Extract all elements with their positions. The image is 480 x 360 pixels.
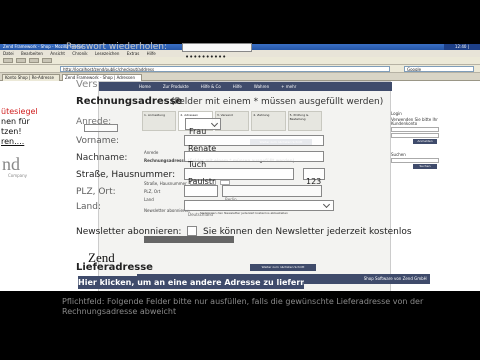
step-5[interactable]: 5. Prüfung & Bestellung [287,111,323,131]
plz-input[interactable] [184,185,218,197]
address-toolbar: http://localhost/zend/public/checkout/ad… [0,65,480,73]
step-4[interactable]: 4. Zahlung [251,111,286,131]
shop-search-button[interactable]: Suchen [413,164,437,169]
heading-prefix: Vers [76,79,98,90]
plz-label: PLZ, Ort: [76,187,116,197]
login-password-input[interactable] [391,133,439,138]
login-help: Verwenden Sie bitte Ihr Kundenkonto [391,117,438,126]
home-button[interactable] [42,58,52,63]
step-4-num: 4. [253,113,257,117]
step-3-num: 3. [216,113,220,117]
small-newsletter-label: Newsletter abonnieren [144,208,190,213]
strasse-input[interactable]: Paulstr [184,168,294,186]
nav-mehr[interactable]: + mehr [281,84,296,89]
reload-button[interactable] [29,58,39,63]
back-button[interactable] [3,58,13,63]
tab-konto-shop[interactable]: Konto Shop | Re-Adresse [2,74,60,81]
nachname-input[interactable]: Tuch [184,151,324,169]
left-text-3[interactable]: ren.... [0,137,60,147]
footer-right: Shop Software von Zend GmbH [363,276,427,281]
screen: Zend Framework - Shop - Mozilla Firefox … [0,0,480,360]
newsletter-checkbox[interactable] [187,226,197,236]
status-bar [0,347,480,360]
nachname-label: Nachname: [76,153,128,163]
small-plz-label: PLZ, Ort [144,189,161,194]
land-select[interactable]: Deutschland [184,200,334,217]
caption-line-2: Rechnungsadresse abweicht [62,307,177,316]
land-value: Deutschland [188,212,214,217]
vorname-input[interactable]: Renate [184,135,324,153]
left-company: Company [8,173,28,178]
shop-search-input[interactable] [391,158,439,163]
anrede-small-select[interactable] [84,124,118,132]
lieferadresse-heading: Lieferadresse [76,262,153,273]
step-3-label: Versand [220,113,233,117]
step-5-label: Prüfung & Bestellung [289,113,309,121]
rechnungsadresse-note: (Felder mit einem * müssen ausgefüllt we… [171,97,384,107]
password-repeat-value: •••••••••• [185,53,227,61]
left-brand: nd [2,154,20,174]
strasse-label: Straße, Hausnummer: [76,170,176,180]
menu-item-bearbeiten[interactable]: Bearbeiten [21,51,43,56]
newsletter-note: Sie können den Newsletter jederzeit kost… [203,227,412,237]
checkout-steps: 1. Anmeldung 2. Adressen 3. Versand 4. Z… [142,111,323,131]
ort-input[interactable]: Berlin [222,185,322,202]
left-text-2: tzen! [1,127,22,136]
caption-line-1: Pflichtfeld: Folgende Felder bitte nur a… [62,297,424,306]
nav-wahren[interactable]: Wahren [254,84,269,89]
weiter-button-bottom[interactable]: Weiter zum nächsten Schritt [250,264,316,271]
nav-produkte[interactable]: Zur Produkte [163,84,189,89]
login-label: Login [391,111,402,116]
menu-item-ansicht[interactable]: Ansicht [50,51,65,56]
chevron-down-icon [210,119,219,128]
step-1[interactable]: 1. Anmeldung [142,111,177,131]
step-4-label: Zahlung [257,113,270,117]
nav-hilfe[interactable]: Hilfe [233,84,242,89]
chevron-down-icon [322,200,331,209]
password-repeat-input[interactable]: •••••••••• [182,43,252,61]
menu-item-datei[interactable]: Datei [3,51,14,56]
navigation-toolbar [0,57,480,65]
search-field[interactable]: Google [404,66,474,72]
tab-strip: Konto Shop | Re-Adresse Zend Framework -… [0,73,480,81]
background-page: ütesiegel nen für tzen! ren.... nd Compa… [0,81,60,291]
vorname-label: Vorname: [76,136,120,146]
step-1-num: 1. [144,113,147,117]
step-2-label: Adressen [184,113,199,117]
geburtstag-bar [144,236,234,243]
nav-home[interactable]: Home [139,84,151,89]
tab-zend-shop[interactable]: Zend Framework - Shop | Adressen [62,74,142,81]
shop-nav: Home Zur Produkte Hilfe & Co Hilfe Wahre… [99,82,392,91]
url-field[interactable]: http://localhost/zend/public/checkout/ad… [60,66,390,72]
login-button[interactable]: Anmelden [413,139,437,144]
nav-hilfe-co[interactable]: Hilfe & Co [201,84,221,89]
small-land-label: Land [144,197,154,202]
small-strasse-label: Straße, Hausnummer [144,181,187,186]
anrede-select[interactable]: Frau [185,118,221,136]
small-anrede-label: Anrede [144,150,159,155]
password-repeat-label: Passwort wiederholen: [66,42,168,52]
land-label: Land: [76,202,101,212]
search-label: Suchen [391,152,406,157]
small-newsletter-note: Sie können den Newsletter jederzeit kost… [200,211,288,215]
forward-button[interactable] [16,58,26,63]
step-2-num: 2. [180,113,184,117]
caption: Pflichtfeld: Folgende Felder bitte nur a… [62,297,480,317]
login-email-input[interactable] [391,127,439,132]
other-address-button[interactable]: Hier klicken, um an eine andere Adresse … [78,276,304,289]
left-text-1: nen für [1,117,30,126]
left-text-red: ütesiegel [1,107,38,116]
step-1-label: Anmeldung [147,113,166,117]
hausnummer-input[interactable]: 123 [303,168,325,186]
rechnungsadresse-heading: Rechnungsadresse [76,96,183,107]
